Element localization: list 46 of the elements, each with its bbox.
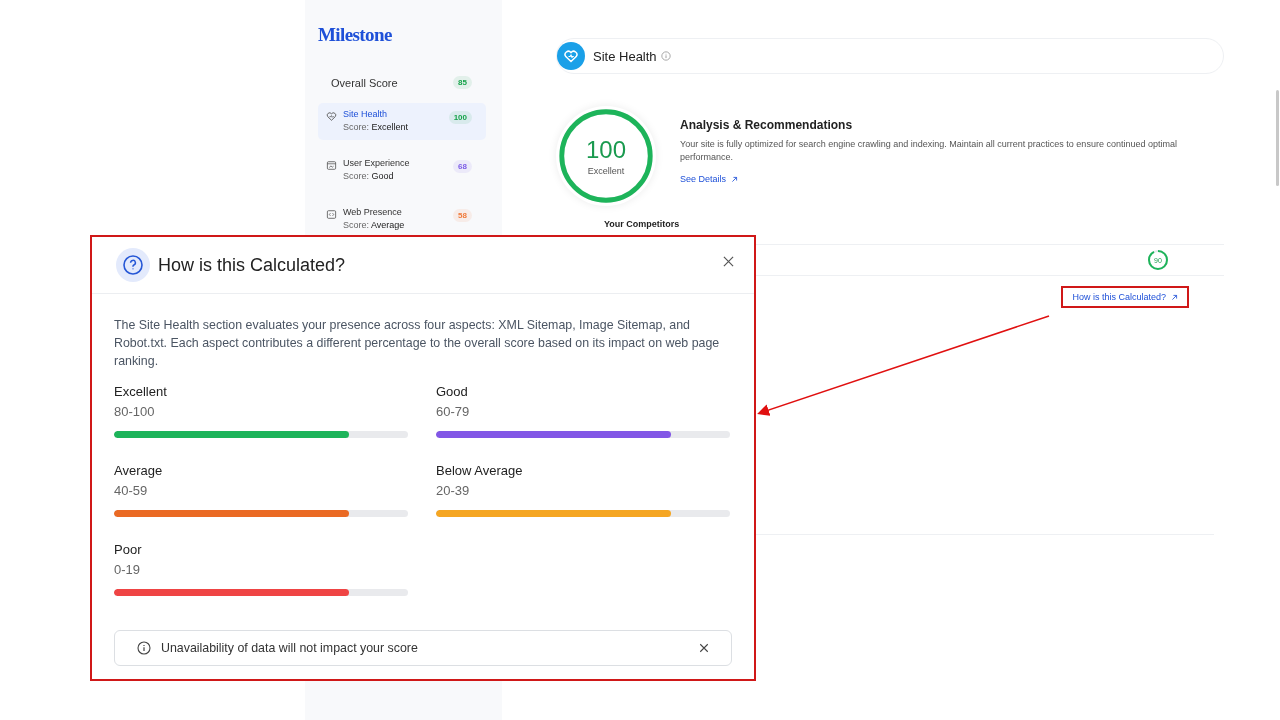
score-badge: 85 [453, 76, 472, 89]
close-icon[interactable] [699, 643, 709, 653]
score-label: Excellent [587, 166, 625, 176]
analysis-title: Analysis & Recommendations [680, 118, 854, 132]
how-calculated-link[interactable]: How is this Calculated? [1061, 286, 1189, 308]
score-badge: 68 [453, 160, 472, 173]
item-score: Score: Good [343, 171, 395, 181]
score-badge: 100 [448, 111, 472, 124]
range-value: 40-59 [114, 483, 149, 498]
range-value: 60-79 [436, 404, 471, 419]
sidebar-item[interactable]: Web Presence Score: Average 58 [318, 201, 486, 238]
window-icon [326, 160, 337, 171]
analysis-text: Your site is fully optimized for search engine crawling and indexing. Maintain all current practices to ensure continued optimal performance. [680, 138, 1178, 164]
see-details-link[interactable]: See Details [680, 174, 1224, 184]
sidebar-item[interactable]: Site Health Score: Excellent 100 [318, 103, 486, 140]
code-icon [326, 209, 337, 220]
question-icon [116, 248, 150, 282]
competitors-title: Your Competitors [604, 219, 681, 229]
notice-text: Unavailability of data will not impact your score [161, 641, 419, 655]
item-score: Score: Average [343, 220, 406, 230]
range-label: Below Average [436, 463, 524, 478]
arrow-icon [1171, 293, 1178, 301]
section-title: Site Health [593, 48, 657, 64]
score-badge: 58 [453, 209, 472, 222]
item-score: Score: Excellent [343, 122, 410, 132]
range-value: 0-19 [114, 562, 142, 577]
range-label: Excellent [114, 384, 168, 399]
range-value: 20-39 [436, 483, 471, 498]
sidebar-item[interactable]: User Experience Score: Good 68 [318, 152, 486, 189]
range-label: Good [436, 384, 469, 399]
close-icon[interactable] [723, 255, 734, 267]
heart-icon [326, 111, 337, 122]
scrollbar[interactable] [1276, 90, 1279, 186]
dialog-title: How is this Calculated? [158, 254, 347, 276]
range-value: 80-100 [114, 404, 156, 419]
item-title: Site Health [343, 109, 389, 119]
item-title: Web Presence [343, 207, 403, 217]
arrow-icon [731, 175, 739, 183]
overall-score-label: Overall Score [331, 76, 398, 89]
dialog-description: The Site Health section evaluates your presence across four aspects: XML Sitemap, Image Sitemap, and Robot.txt. Each aspect contributes a different percentage to the overall score based on its impact on web page ranking. [114, 317, 721, 370]
item-title: User Experience [343, 158, 411, 168]
range-label: Poor [114, 542, 143, 557]
score-value: 100 [585, 136, 626, 164]
range-label: Average [114, 463, 164, 478]
info-icon [137, 641, 151, 655]
logo: Milestone [318, 24, 393, 46]
